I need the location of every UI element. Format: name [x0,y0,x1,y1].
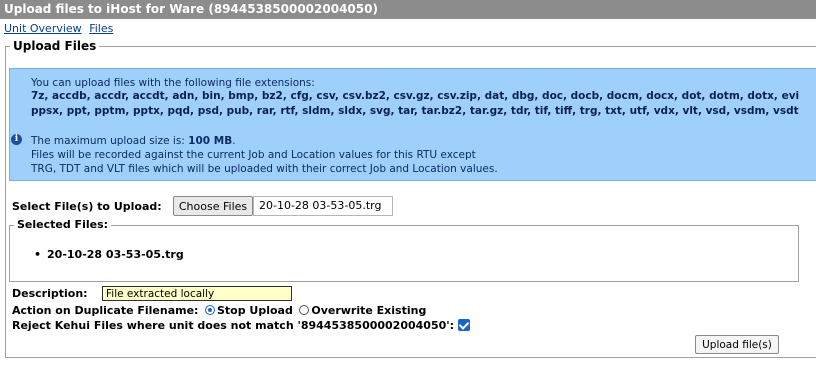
trg-tdt-vlt-note: TRG, TDT and VLT files which will be upl… [31,163,498,175]
unit-overview-link[interactable]: Unit Overview [4,22,82,35]
info-icon: i [11,134,22,145]
overwrite-existing-radio[interactable] [299,305,310,315]
extensions-list-line1: 7z, accdb, accdr, accdt, adn, bin, bmp, … [31,90,800,102]
window-title: Upload files to iHost for Ware (89445385… [0,0,816,19]
breadcrumb: Unit Overview Files [4,22,117,35]
select-files-label: Select File(s) to Upload: [12,200,162,213]
extensions-list-line2: ppsx, ppt, pptm, pptx, pqd, psd, pub, ra… [31,105,799,117]
stop-upload-label[interactable]: Stop Upload [217,304,293,317]
overwrite-existing-label[interactable]: Overwrite Existing [311,304,426,317]
selected-files-legend: Selected Files: [14,218,112,232]
description-label: Description: [12,287,88,300]
upload-files-button[interactable]: Upload file(s) [695,335,779,354]
job-location-note: Files will be recorded against the curre… [31,149,476,161]
selected-file-item: 20-10-28 03-53-05.trg [34,248,184,261]
info-intro-text: You can upload files with the following … [31,77,315,89]
upload-files-legend: Upload Files [10,39,100,53]
reject-kehui-checkbox[interactable] [458,319,470,331]
max-size-value: 100 MB [188,135,233,147]
choose-files-button[interactable]: Choose Files [173,196,253,216]
duplicate-filename-label: Action on Duplicate Filename: [12,304,199,317]
duplicate-filename-row: Action on Duplicate Filename: Stop Uploa… [12,304,426,317]
max-size-text: The maximum upload size is: 100 MB. [31,135,236,147]
files-link[interactable]: Files [89,22,113,35]
stop-upload-radio[interactable] [204,305,215,315]
description-input[interactable] [102,286,292,301]
chosen-file-name: 20-10-28 03-53-05.trg [253,196,393,216]
reject-kehui-label: Reject Kehui Files where unit does not m… [12,319,455,332]
